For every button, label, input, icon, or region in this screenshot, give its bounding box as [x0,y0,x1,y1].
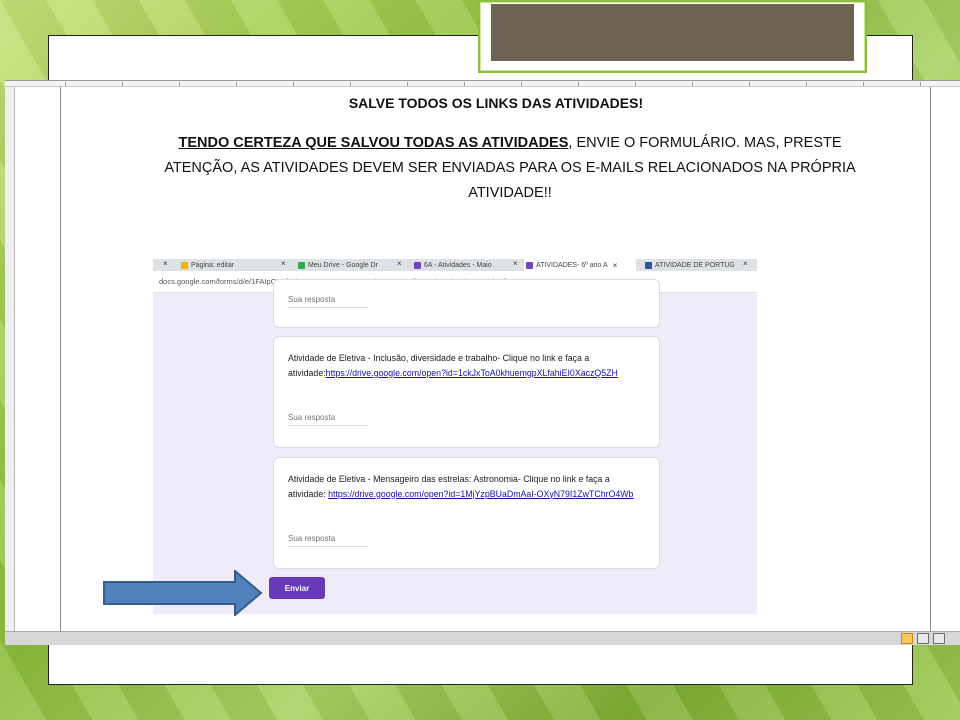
submit-button[interactable]: Enviar [269,577,325,599]
answer-input[interactable]: Sua resposta [288,534,368,547]
ruler-tick [521,82,522,86]
close-icon[interactable]: × [743,259,748,268]
ruler-tick [293,82,294,86]
ruler-tick [65,82,66,86]
close-icon[interactable]: × [613,261,618,270]
ruler-tick [179,82,180,86]
question-card: Atividade de Eletiva - Mensageiro das es… [273,457,660,569]
ruler [5,81,960,87]
browser-tab[interactable]: Meu Drive - Google Dr [296,259,396,271]
ruler-tick [464,82,465,86]
answer-input[interactable]: Sua resposta [288,413,368,426]
ruler-tick [350,82,351,86]
forms-icon [414,261,421,269]
question-card: Atividade de Eletiva - Inclusão, diversi… [273,336,660,448]
ruler-tick [635,82,636,86]
title-placeholder-fill [491,4,854,61]
forms-icon [526,261,533,269]
ruler-tick [920,82,921,86]
doc-heading: SALVE TODOS OS LINKS DAS ATIVIDADES! [348,95,644,111]
page-edge-right [930,87,931,632]
web-layout-icon[interactable] [933,633,945,644]
ruler-tick [806,82,807,86]
browser-tab-active[interactable]: ATIVIDADES- 6º ano A × [524,259,636,271]
tab-label: Meu Drive - Google Dr [308,261,379,269]
ruler-tick [122,82,123,86]
ruler-tick [863,82,864,86]
close-icon[interactable]: × [281,259,286,268]
ruler-tick [578,82,579,86]
ruler-tick [407,82,408,86]
arrow-shape [103,570,263,616]
question-text: Atividade de Eletiva - Mensageiro das es… [288,472,638,501]
tab-label: ATIVIDADES- 6º ano A [536,261,608,269]
left-margin-bar [5,87,15,632]
doc-instructions: TENDO CERTEZA QUE SALVOU TODAS AS ATIVID… [145,131,875,206]
close-icon[interactable]: × [397,259,402,268]
question-card: Sua resposta [273,279,660,328]
browser-tab[interactable]: Página: editar [179,259,291,271]
word-document-screenshot: SALVE TODOS OS LINKS DAS ATIVIDADES! TEN… [5,80,960,645]
answer-input[interactable]: Sua resposta [288,295,368,308]
word-icon [645,261,652,269]
tab-label: Página: editar [191,261,235,269]
tab-label: ATIVIDADE DE PORTUG [655,261,735,269]
browser-tab[interactable]: ATIVIDADE DE PORTUG [643,259,743,271]
doc-instructions-emphasis: TENDO CERTEZA QUE SALVOU TODAS AS ATIVID… [178,135,569,151]
page-icon [181,261,188,269]
page-edge-left [60,87,61,632]
reading-view-icon[interactable] [917,633,929,644]
ruler-tick [692,82,693,86]
status-bar [5,631,960,645]
ruler-tick [749,82,750,86]
close-icon[interactable]: × [513,259,518,268]
browser-tab[interactable]: 6A - Atividades - Maio [412,259,514,271]
title-placeholder[interactable] [478,0,867,73]
browser-tabstrip: × Página: editar × Meu Drive - Google Dr… [153,259,757,271]
activity-link[interactable]: https://drive.google.com/open?id=1MjYzpB… [328,489,633,499]
right-arrow-icon [103,570,263,616]
ruler-tick [236,82,237,86]
tab-label: 6A - Atividades - Maio [424,261,492,269]
print-layout-icon[interactable] [901,633,913,644]
close-icon[interactable]: × [163,259,168,268]
question-text: Atividade de Eletiva - Inclusão, diversi… [288,351,638,380]
browser-screenshot: × Página: editar × Meu Drive - Google Dr… [153,259,757,614]
activity-link[interactable]: https://drive.google.com/open?id=1ckJxTo… [326,368,618,378]
drive-icon [298,261,305,269]
